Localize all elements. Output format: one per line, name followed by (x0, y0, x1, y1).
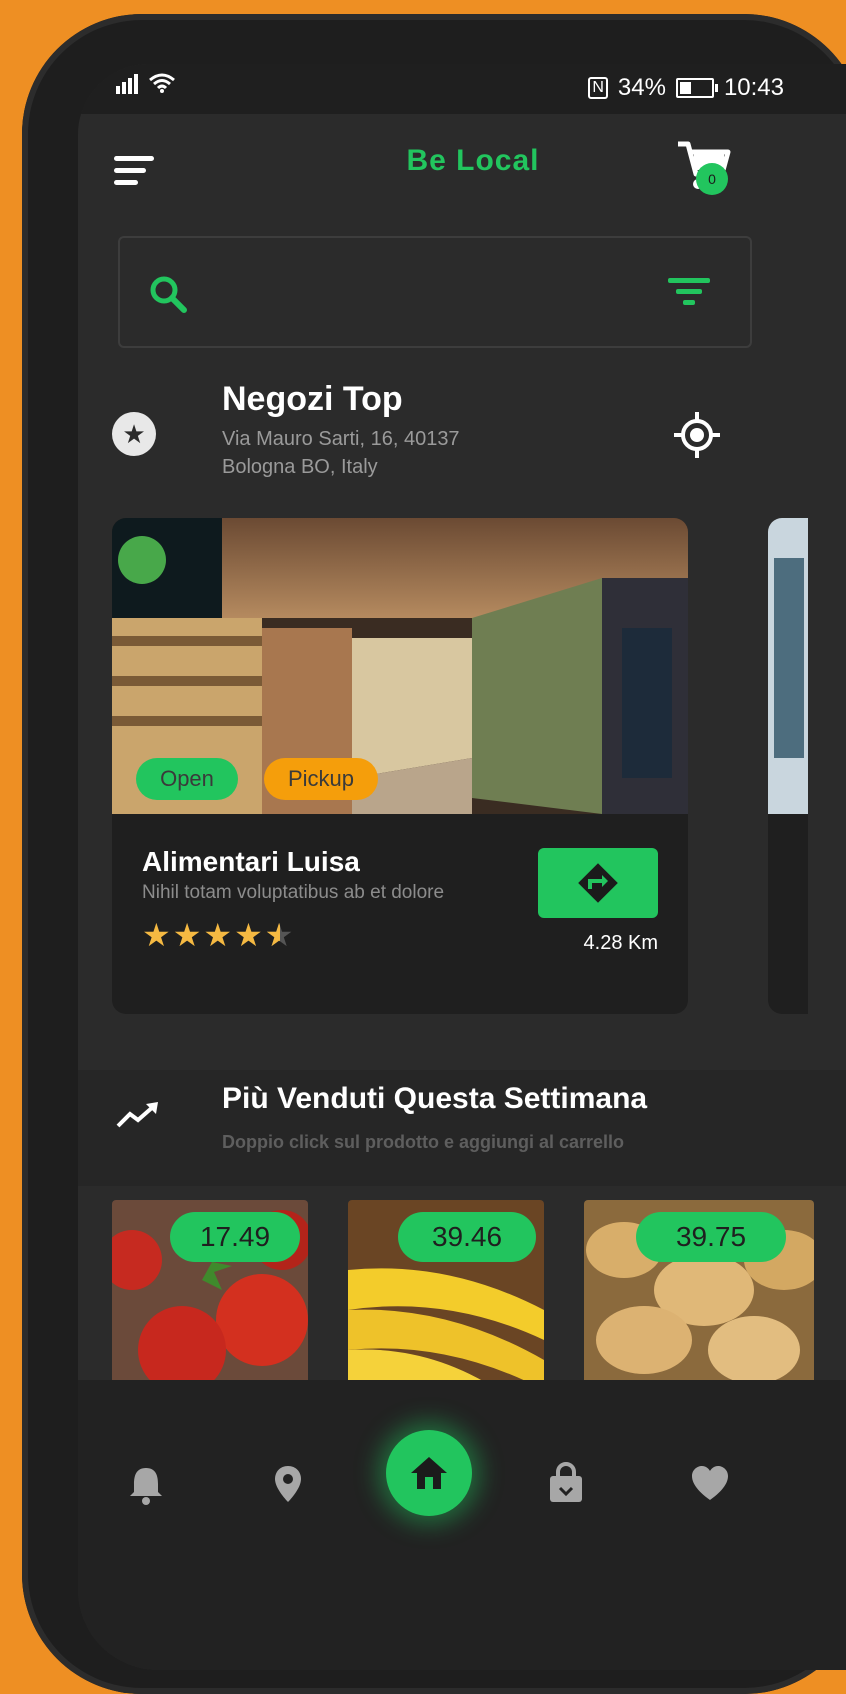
search-icon[interactable] (148, 274, 188, 314)
app-screen: N 34% 10:43 Be Local 0 ★ Negozi Top Via … (78, 64, 846, 1670)
status-badge-open: Open (136, 758, 238, 800)
star-icon: ★ (234, 917, 265, 953)
bottom-tab-bar (78, 1380, 846, 1670)
home-button[interactable] (386, 1430, 472, 1516)
store-card[interactable]: Open Pickup Alimentari Luisa Nihil totam… (112, 518, 688, 1014)
star-icon: ★ (203, 917, 235, 953)
heart-icon[interactable] (688, 1462, 732, 1506)
section-title-top-stores: Negozi Top (222, 380, 403, 418)
status-bar: N 34% 10:43 (78, 64, 846, 114)
battery-icon (675, 78, 718, 98)
section-title-best-sellers: Più Venduti Questa Settimana (222, 1082, 648, 1115)
signal-icon (116, 74, 138, 94)
rating-stars: ★★★★★★ (142, 916, 295, 954)
store-description: Nihil totam voluptatibus ab et dolore (142, 882, 445, 903)
search-input[interactable] (230, 268, 654, 316)
shopping-bag-icon[interactable] (544, 1462, 588, 1506)
clock: 10:43 (723, 74, 784, 101)
battery-percent: 34% (617, 74, 666, 101)
status-right-group: N 34% 10:43 (588, 74, 784, 102)
nfc-icon: N (588, 77, 608, 99)
store-name: Alimentari Luisa (142, 846, 360, 877)
map-pin-icon[interactable] (266, 1462, 310, 1506)
half-star-icon: ★★ (264, 917, 296, 953)
crosshair-location-icon[interactable] (674, 412, 720, 458)
address-line-2: Bologna BO, Italy (222, 456, 378, 478)
star-circle-icon: ★ (112, 412, 156, 456)
star-icon: ★ (142, 917, 173, 953)
signal-wifi-group (116, 72, 176, 94)
filter-icon[interactable] (668, 276, 710, 308)
directions-button[interactable] (538, 848, 658, 918)
store-distance: 4.28 Km (583, 932, 658, 954)
home-icon (411, 1457, 447, 1489)
trending-up-icon (116, 1102, 158, 1128)
price-badge: 17.49 (170, 1212, 300, 1262)
wifi-icon (149, 73, 175, 93)
price-badge: 39.46 (398, 1212, 536, 1262)
star-icon: ★ (172, 917, 204, 953)
phone-frame: N 34% 10:43 Be Local 0 ★ Negozi Top Via … (22, 14, 846, 1694)
bell-icon[interactable] (124, 1462, 168, 1506)
directions-icon (578, 863, 618, 903)
search-bar[interactable] (118, 236, 752, 348)
next-store-card[interactable] (768, 518, 808, 1014)
store-image: Open Pickup (112, 518, 688, 814)
cart-badge: 0 (696, 163, 728, 195)
address-line-1: Via Mauro Sarti, 16, 40137 (222, 428, 460, 450)
section-subtitle-best-sellers: Doppio click sul prodotto e aggiungi al … (222, 1132, 625, 1152)
status-badge-pickup: Pickup (264, 758, 378, 800)
price-badge: 39.75 (636, 1212, 786, 1262)
